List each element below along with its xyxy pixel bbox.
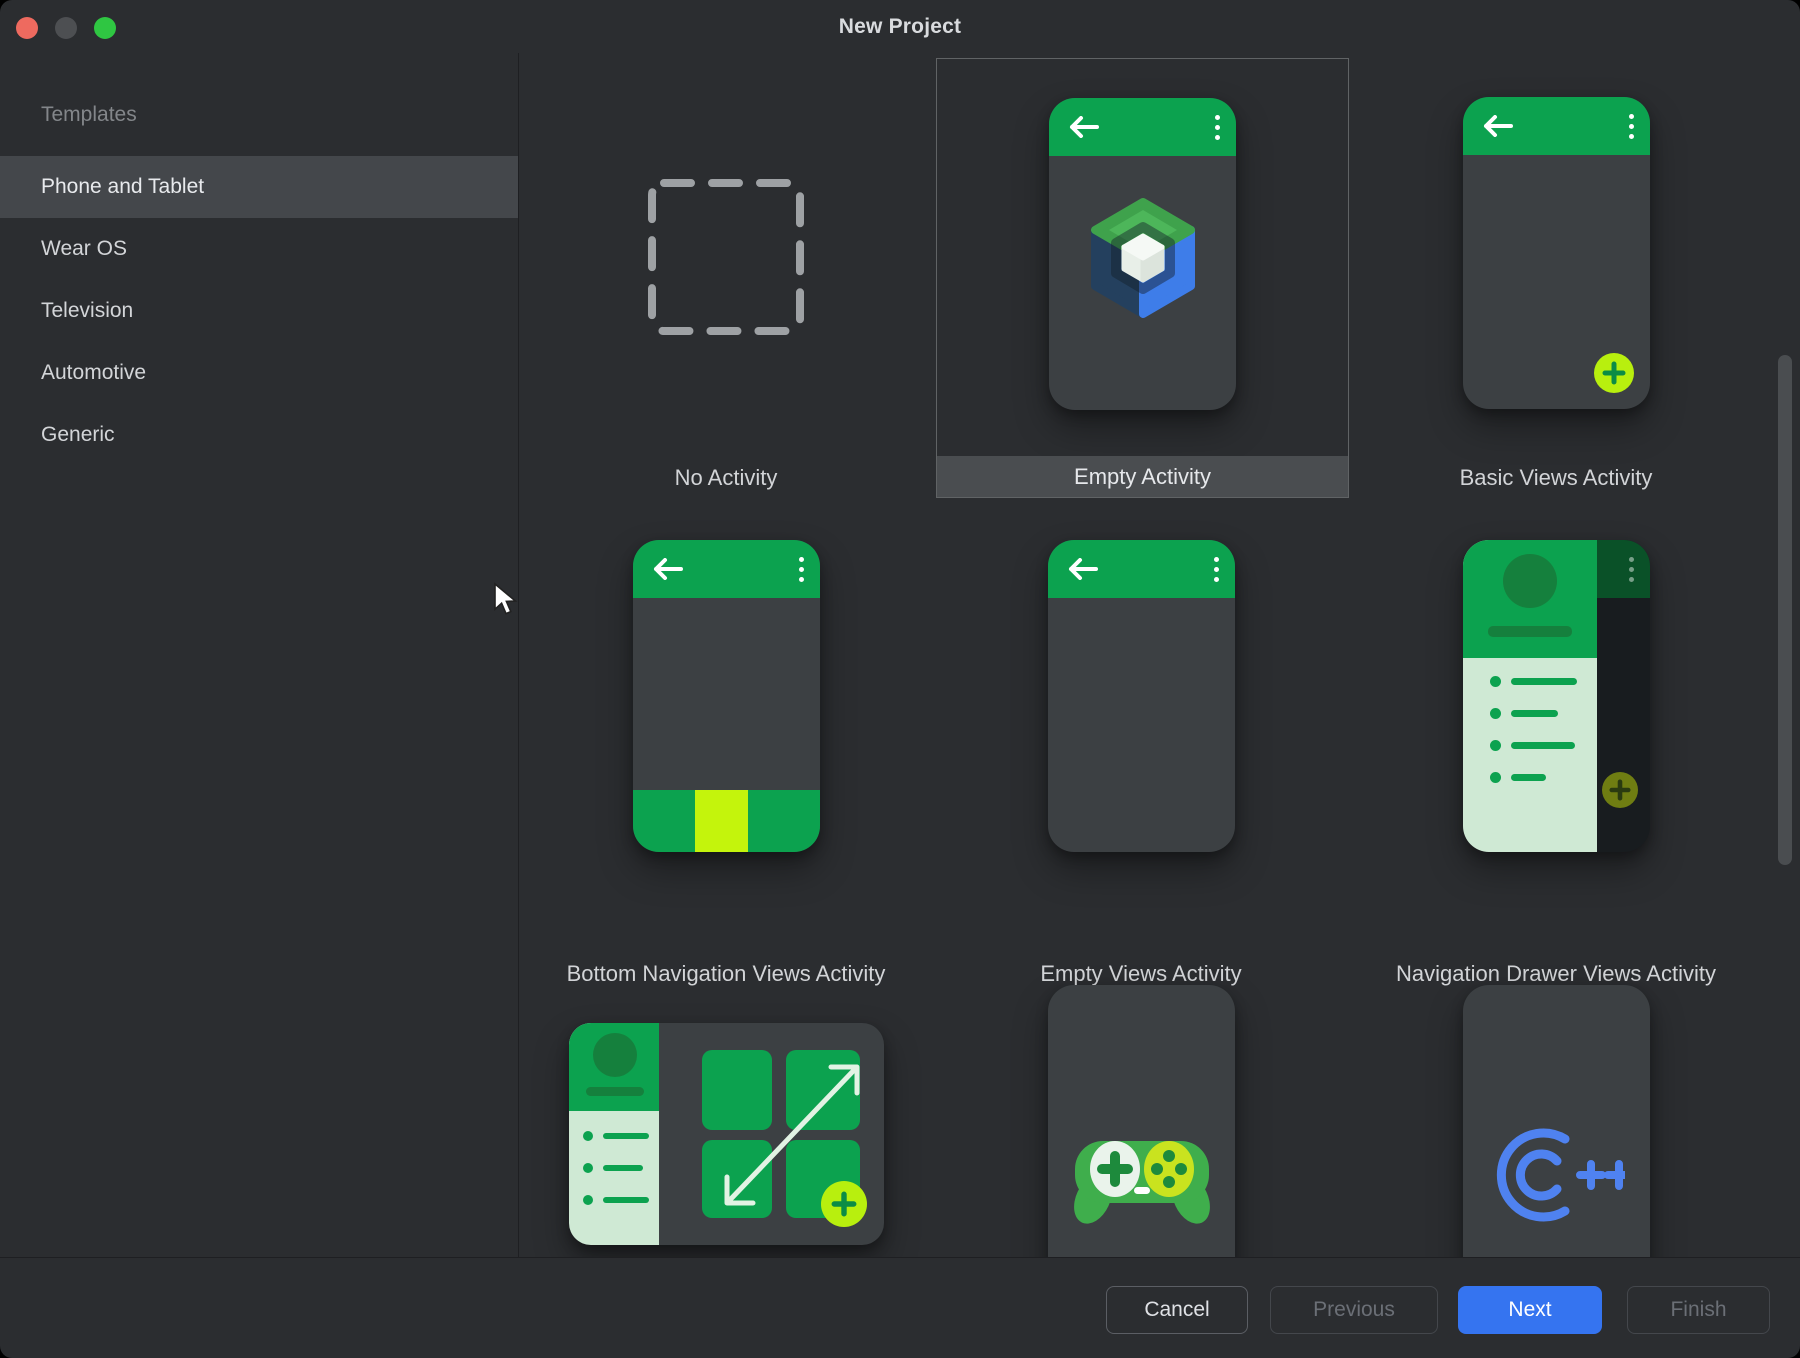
template-label: Bottom Navigation Views Activity: [547, 909, 905, 995]
cpp-logo-icon: [1495, 1123, 1625, 1227]
cancel-button[interactable]: Cancel: [1106, 1286, 1248, 1334]
nav-drawer-panel: [1463, 540, 1597, 852]
back-arrow-icon: [1481, 115, 1513, 137]
new-project-dialog: New Project Templates Phone and Tablet W…: [0, 0, 1800, 1358]
phone-mockup: [1463, 985, 1650, 1257]
sidebar-item-wear-os[interactable]: Wear OS: [0, 218, 518, 280]
template-card-basic-views-activity[interactable]: Basic Views Activity: [1347, 58, 1765, 498]
drawer-list-item: [1490, 676, 1577, 687]
jetpack-compose-logo: [1083, 194, 1203, 326]
sidebar-item-label: Generic: [41, 423, 115, 447]
kebab-menu-icon: [1214, 557, 1219, 582]
fab-plus-icon: [821, 1181, 867, 1227]
drawer-list-item: [1490, 708, 1558, 719]
next-button[interactable]: Next: [1458, 1286, 1602, 1334]
fab-plus-icon-dimmed: [1602, 772, 1638, 808]
sidebar-item-television[interactable]: Television: [0, 280, 518, 342]
phone-appbar: [1463, 97, 1650, 155]
kebab-menu-icon: [1629, 114, 1634, 139]
phone-mockup: [1048, 540, 1235, 852]
template-label: Navigation Drawer Views Activity: [1347, 909, 1765, 995]
window-title: New Project: [0, 0, 1800, 53]
dashed-square-icon: [646, 177, 806, 337]
phone-mockup: [1463, 97, 1650, 409]
template-card-game-activity[interactable]: [933, 985, 1349, 1257]
kebab-menu-icon: [799, 557, 804, 582]
sidebar-item-label: Wear OS: [41, 237, 127, 261]
template-card-responsive-views[interactable]: [569, 1023, 884, 1245]
username-bar: [1488, 626, 1572, 637]
phone-appbar: [633, 540, 820, 598]
mouse-cursor: [492, 582, 520, 616]
template-label: Basic Views Activity: [1347, 457, 1765, 498]
sidebar-header: Templates: [41, 103, 518, 127]
phone-appbar: [1048, 540, 1235, 598]
sidebar-item-label: Television: [41, 299, 133, 323]
kebab-menu-icon: [1629, 557, 1634, 582]
templates-sidebar: Templates Phone and Tablet Wear OS Telev…: [0, 53, 519, 1257]
drawer-list-item: [1490, 772, 1546, 783]
phone-appbar: [1049, 98, 1236, 156]
template-card-no-activity[interactable]: No Activity: [519, 58, 933, 498]
sidebar-item-automotive[interactable]: Automotive: [0, 342, 518, 404]
drawer-header: [1463, 540, 1597, 658]
kebab-menu-icon: [1215, 115, 1220, 140]
back-arrow-icon: [1067, 116, 1099, 138]
gamepad-icon: [1067, 1125, 1217, 1235]
template-label: Empty Views Activity: [933, 909, 1349, 995]
template-gallery: No Activity: [519, 53, 1800, 1257]
previous-button[interactable]: Previous: [1270, 1286, 1438, 1334]
back-arrow-icon: [651, 558, 683, 580]
back-arrow-icon: [1066, 558, 1098, 580]
drawer-list-item: [1490, 740, 1575, 751]
phone-mockup: [633, 540, 820, 852]
bottom-nav-selected-tab: [695, 790, 748, 852]
sidebar-item-phone-and-tablet[interactable]: Phone and Tablet: [0, 156, 518, 218]
sidebar-item-label: Automotive: [41, 361, 146, 385]
fab-plus-icon: [1594, 353, 1634, 393]
sidebar-list: Phone and Tablet Wear OS Television Auto…: [0, 156, 518, 466]
template-label: No Activity: [519, 457, 933, 498]
sidebar-item-generic[interactable]: Generic: [0, 404, 518, 466]
phone-mockup: [1049, 98, 1236, 410]
phone-mockup: [1463, 540, 1650, 852]
template-card-native-cpp[interactable]: [1347, 985, 1765, 1257]
scrollbar-thumb[interactable]: [1778, 355, 1792, 865]
title-bar: New Project: [0, 0, 1800, 53]
template-card-empty-activity[interactable]: Empty Activity: [936, 58, 1349, 498]
bottom-nav-bar: [633, 790, 820, 852]
finish-button[interactable]: Finish: [1627, 1286, 1770, 1334]
avatar-icon: [1503, 554, 1557, 608]
sidebar-item-label: Phone and Tablet: [41, 175, 204, 199]
phone-mockup: [1048, 985, 1235, 1257]
template-label-selected: Empty Activity: [937, 456, 1348, 497]
footer-bar: Cancel Previous Next Finish: [0, 1257, 1800, 1358]
